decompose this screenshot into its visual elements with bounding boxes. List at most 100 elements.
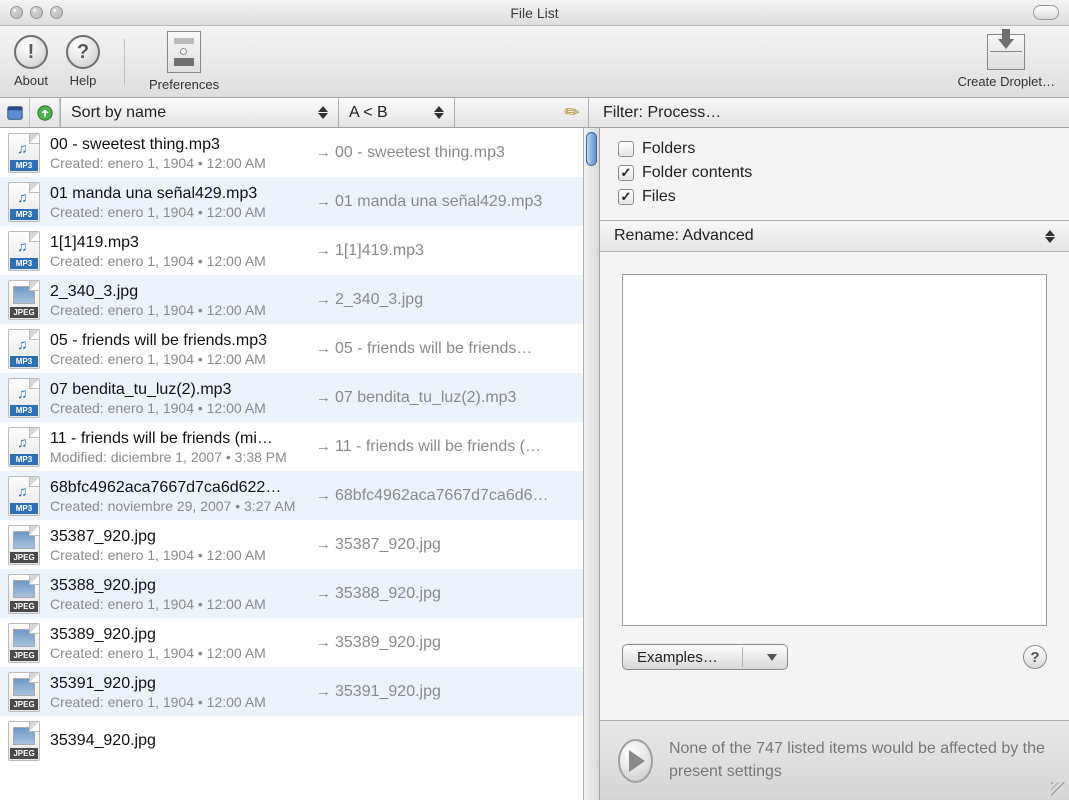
file-type-tag: MP3 xyxy=(10,160,38,171)
file-list[interactable]: MP300 - sweetest thing.mp3Created: enero… xyxy=(0,128,583,800)
files-checkbox[interactable]: Files xyxy=(618,188,1053,206)
sort-popup[interactable]: Sort by name xyxy=(61,98,339,127)
rename-rules-textarea[interactable] xyxy=(622,274,1047,626)
file-name: 11 - friends will be friends (mi… xyxy=(50,430,306,448)
file-row[interactable]: MP3 01 manda una señal429.mp3Created: ene… xyxy=(0,177,583,226)
rename-panel: Examples… ? xyxy=(600,252,1069,720)
pencil-icon: ✎ xyxy=(560,100,585,126)
file-row[interactable]: MP305 - friends will be friends.mp3Creat… xyxy=(0,324,583,373)
folder-contents-checkbox-label: Folder contents xyxy=(642,164,752,182)
arrow-right-icon: → xyxy=(316,340,331,357)
preview-name: 07 bendita_tu_luz(2).mp3 xyxy=(335,389,516,407)
file-row[interactable]: JPEG35389_920.jpgCreated: enero 1, 1904 … xyxy=(0,618,583,667)
droplet-icon xyxy=(987,34,1025,70)
rename-method-popup[interactable]: Rename: Advanced xyxy=(600,220,1069,252)
help-button-round[interactable]: ? xyxy=(1023,645,1047,669)
file-name: 35388_920.jpg xyxy=(50,577,306,595)
help-button[interactable]: ? Help xyxy=(66,35,100,88)
preferences-button[interactable]: Preferences xyxy=(149,31,219,92)
run-button[interactable] xyxy=(618,739,653,783)
file-info: 11 - friends will be friends (mi…Modifie… xyxy=(50,430,306,465)
play-icon xyxy=(629,750,645,772)
create-droplet-button[interactable]: Create Droplet… xyxy=(957,34,1055,89)
file-type-tag: MP3 xyxy=(10,503,38,514)
file-name: 35387_920.jpg xyxy=(50,528,306,546)
file-meta: Created: enero 1, 1904 • 12:00 AM xyxy=(50,155,306,171)
file-meta: Created: enero 1, 1904 • 12:00 AM xyxy=(50,253,306,269)
file-row[interactable]: MP3 07 bendita_tu_luz(2).mp3Created: ener… xyxy=(0,373,583,422)
sort-order-popup[interactable]: A < B xyxy=(339,98,455,127)
folders-checkbox[interactable]: Folders xyxy=(618,140,1053,158)
file-row[interactable]: MP3 1[1]419.mp3Created: enero 1, 1904 • 1… xyxy=(0,226,583,275)
preview-name: 11 - friends will be friends (… xyxy=(335,438,541,456)
examples-popup-button[interactable]: Examples… xyxy=(622,644,788,670)
window-title: File List xyxy=(0,5,1069,21)
finder-reveal-button[interactable] xyxy=(0,98,30,127)
preview-name: 2_340_3.jpg xyxy=(335,291,423,309)
chevron-down-icon xyxy=(767,654,777,661)
arrow-right-icon: → xyxy=(316,242,331,259)
filter-header[interactable]: Filter: Process… xyxy=(589,98,1069,127)
file-type-tag: JPEG xyxy=(10,699,38,710)
file-rename-preview: →68bfc4962aca7667d7ca6d6… xyxy=(316,487,577,505)
file-info: 1[1]419.mp3Created: enero 1, 1904 • 12:0… xyxy=(50,234,306,269)
file-type-tag: MP3 xyxy=(10,258,38,269)
jpg-file-icon: JPEG xyxy=(8,721,40,761)
file-name: 05 - friends will be friends.mp3 xyxy=(50,332,306,350)
resize-grip[interactable] xyxy=(1051,782,1065,796)
preview-name: 05 - friends will be friends… xyxy=(335,340,532,358)
file-info: 00 - sweetest thing.mp3Created: enero 1,… xyxy=(50,136,306,171)
arrow-right-icon: → xyxy=(316,144,331,161)
file-info: 01 manda una señal429.mp3Created: enero … xyxy=(50,185,306,220)
file-row[interactable]: JPEG35391_920.jpgCreated: enero 1, 1904 … xyxy=(0,667,583,716)
file-name: 2_340_3.jpg xyxy=(50,283,306,301)
add-items-button[interactable] xyxy=(30,98,60,127)
file-info: 35388_920.jpgCreated: enero 1, 1904 • 12… xyxy=(50,577,306,612)
file-row[interactable]: MP3 00 - sweetest thing.mp3Created: enero… xyxy=(0,128,583,177)
file-name: 68bfc4962aca7667d7ca6d622… xyxy=(50,479,306,497)
file-row[interactable]: MP368bfc4962aca7667d7ca6d622…Created: no… xyxy=(0,471,583,520)
toolbar-toggle-capsule[interactable] xyxy=(1033,5,1059,20)
preview-name: 35388_920.jpg xyxy=(335,585,441,603)
arrow-right-icon: → xyxy=(316,193,331,210)
scroll-thumb[interactable] xyxy=(586,132,597,166)
file-rename-preview: →2_340_3.jpg xyxy=(316,291,577,309)
file-row[interactable]: MP311 - friends will be friends (mi…Modi… xyxy=(0,422,583,471)
file-info: 35394_920.jpg xyxy=(50,732,306,751)
file-name: 00 - sweetest thing.mp3 xyxy=(50,136,306,154)
titlebar: File List xyxy=(0,0,1069,26)
create-droplet-label: Create Droplet… xyxy=(957,74,1055,89)
file-row[interactable]: JPEG35387_920.jpgCreated: enero 1, 1904 … xyxy=(0,520,583,569)
file-type-tag: MP3 xyxy=(10,405,38,416)
jpg-file-icon: JPEG xyxy=(8,525,40,565)
preferences-icon xyxy=(167,31,201,73)
folder-contents-checkbox[interactable]: Folder contents xyxy=(618,164,1053,182)
arrow-right-icon: → xyxy=(316,634,331,651)
pencil-cell[interactable]: ✎ xyxy=(455,98,589,127)
file-rename-preview: →07 bendita_tu_luz(2).mp3 xyxy=(316,389,577,407)
file-rename-preview: →05 - friends will be friends… xyxy=(316,340,577,358)
file-row[interactable]: JPEG2_340_3.jpgCreated: enero 1, 1904 • … xyxy=(0,275,583,324)
sort-popup-label: Sort by name xyxy=(71,104,166,122)
arrow-right-icon: → xyxy=(316,291,331,308)
jpg-file-icon: JPEG xyxy=(8,574,40,614)
file-list-scrollbar[interactable] xyxy=(583,128,599,800)
file-meta: Created: enero 1, 1904 • 12:00 AM xyxy=(50,694,306,710)
file-name: 35394_920.jpg xyxy=(50,732,306,750)
file-info: 35389_920.jpgCreated: enero 1, 1904 • 12… xyxy=(50,626,306,661)
file-type-tag: MP3 xyxy=(10,209,38,220)
file-info: 07 bendita_tu_luz(2).mp3Created: enero 1… xyxy=(50,381,306,416)
file-type-tag: JPEG xyxy=(10,601,38,612)
about-button[interactable]: ! About xyxy=(14,35,48,88)
sort-order-label: A < B xyxy=(349,104,388,122)
arrow-right-icon: → xyxy=(316,585,331,602)
mp3-file-icon: MP3 xyxy=(8,231,40,271)
file-name: 1[1]419.mp3 xyxy=(50,234,306,252)
file-list-pane: MP300 - sweetest thing.mp3Created: enero… xyxy=(0,128,600,800)
file-row[interactable]: JPEG 35394_920.jpg xyxy=(0,716,583,765)
main-split: MP300 - sweetest thing.mp3Created: enero… xyxy=(0,128,1069,800)
file-row[interactable]: JPEG 35388_920.jpgCreated: enero 1, 1904 … xyxy=(0,569,583,618)
filter-checks: Folders Folder contents Files xyxy=(600,128,1069,220)
file-rename-preview: →11 - friends will be friends (… xyxy=(316,438,577,456)
file-meta: Modified: diciembre 1, 2007 • 3:38 PM xyxy=(50,449,306,465)
